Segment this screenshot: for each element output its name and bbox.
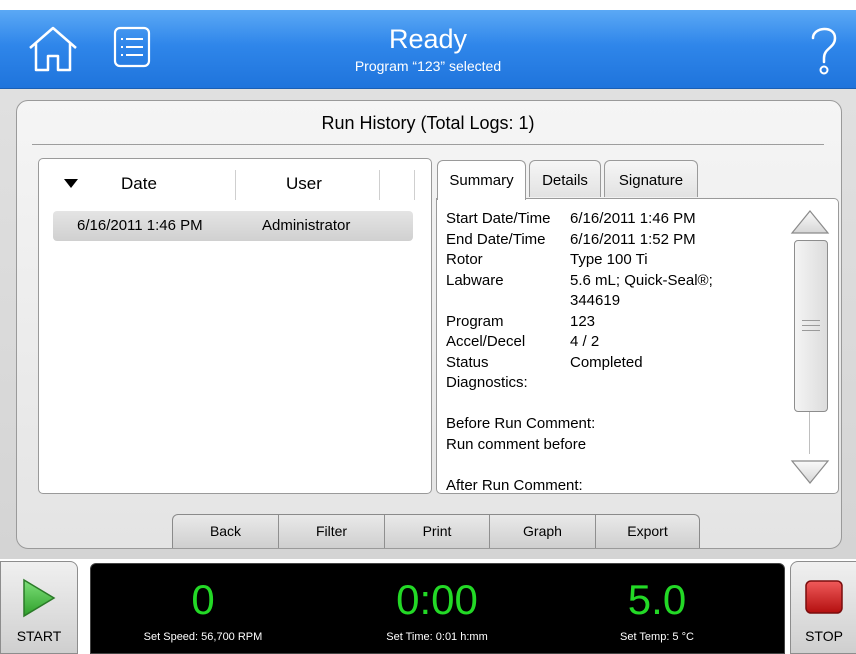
column-divider xyxy=(414,170,415,200)
filter-button[interactable]: Filter xyxy=(279,515,384,548)
column-divider xyxy=(379,170,380,200)
help-button[interactable] xyxy=(806,22,842,78)
summary-content: Start Date/Time 6/16/2011 1:46 PM End Dat… xyxy=(446,209,713,494)
after-run-comment-label: After Run Comment: xyxy=(446,476,583,494)
summary-spacer xyxy=(446,394,595,415)
status-title: Ready xyxy=(388,24,468,54)
log-row-date: 6/16/2011 1:46 PM xyxy=(77,217,203,234)
start-button[interactable]: START xyxy=(0,561,78,654)
summary-panel: Start Date/Time 6/16/2011 1:46 PM End Dat… xyxy=(436,198,839,494)
summary-value: 6/16/2011 1:52 PM xyxy=(570,230,696,248)
tab-details[interactable]: Details xyxy=(529,160,601,197)
summary-row: Labware 5.6 mL; Quick-Seal®; xyxy=(446,271,713,292)
summary-row: Rotor Type 100 Ti xyxy=(446,250,648,271)
summary-value: 4 / 2 xyxy=(570,333,600,350)
scroll-thumb[interactable] xyxy=(794,240,828,412)
speed-readout: 0 xyxy=(191,576,215,623)
summary-label: Status xyxy=(446,353,489,371)
title-divider xyxy=(32,144,824,145)
summary-row: Accel/Decel 4 / 2 xyxy=(446,332,599,353)
tab-signature[interactable]: Signature xyxy=(604,160,698,197)
column-header-user[interactable]: User xyxy=(286,174,322,194)
grip-line xyxy=(802,330,820,331)
summary-spacer xyxy=(446,455,595,476)
log-list-header: Date User xyxy=(53,170,415,200)
set-speed-label: Set Speed: 56,700 RPM xyxy=(143,631,263,643)
summary-row: End Date/Time 6/16/2011 1:52 PM xyxy=(446,230,696,251)
tab-summary[interactable]: Summary xyxy=(437,160,526,200)
set-time-label: Set Time: 0:01 h:mm xyxy=(386,631,488,643)
top-strip xyxy=(0,0,856,10)
summary-label: Accel/Decel xyxy=(446,333,526,350)
grip-line xyxy=(802,325,820,326)
before-run-comment: Run comment before xyxy=(446,435,587,453)
export-button[interactable]: Export xyxy=(596,515,699,548)
summary-label: End Date/Time xyxy=(446,230,546,248)
sort-descending-icon[interactable] xyxy=(64,179,78,188)
column-header-date[interactable]: Date xyxy=(121,174,157,194)
summary-label: Labware xyxy=(446,271,504,289)
summary-value: 123 xyxy=(570,312,596,330)
time-readout: 0:00 xyxy=(396,576,478,623)
summary-row: Status Completed xyxy=(446,353,643,374)
summary-value: Completed xyxy=(570,353,643,371)
stop-button[interactable]: STOP xyxy=(790,561,856,654)
summary-label: Rotor xyxy=(446,251,483,268)
temp-readout: 5.0 xyxy=(627,576,687,623)
summary-value: Type 100 Ti xyxy=(570,251,648,268)
log-list-panel xyxy=(38,158,432,494)
column-divider xyxy=(235,170,236,200)
before-run-comment-label: Before Run Comment: xyxy=(446,415,596,432)
print-button[interactable]: Print xyxy=(385,515,489,548)
start-label: START xyxy=(16,628,62,644)
play-icon xyxy=(23,578,56,618)
stop-label: STOP xyxy=(805,628,843,644)
graph-button[interactable]: Graph xyxy=(490,515,595,548)
summary-label: Program xyxy=(446,312,504,330)
summary-label: Diagnostics: xyxy=(446,374,528,391)
summary-row: 344619 xyxy=(446,291,620,312)
page-title: Run History (Total Logs: 1) xyxy=(321,113,535,133)
log-row-user: Administrator xyxy=(262,217,351,234)
action-bar: Back Filter Print Graph Export xyxy=(172,514,700,548)
status-subtitle: Program “123” selected xyxy=(354,58,502,74)
scroll-down-button[interactable] xyxy=(790,457,830,485)
set-temp-label: Set Temp: 5 °C xyxy=(620,631,694,643)
scroll-up-button[interactable] xyxy=(790,209,830,237)
run-display: 0 Set Speed: 56,700 RPM 0:00 Set Time: 0… xyxy=(90,563,785,654)
summary-row: Diagnostics: xyxy=(446,373,595,394)
chevron-down-icon xyxy=(790,460,830,484)
summary-row: Program 123 xyxy=(446,312,595,333)
grip-line xyxy=(802,320,820,321)
chevron-up-icon xyxy=(790,210,830,234)
summary-value: 344619 xyxy=(570,292,621,309)
summary-value: 6/16/2011 1:46 PM xyxy=(570,210,696,227)
log-row[interactable]: 6/16/2011 1:46 PM Administrator xyxy=(53,211,413,241)
stop-icon xyxy=(805,580,843,614)
question-mark-icon xyxy=(811,27,837,75)
back-button[interactable]: Back xyxy=(173,515,278,548)
summary-value: 5.6 mL; Quick-Seal®; xyxy=(570,271,713,289)
summary-label: Start Date/Time xyxy=(446,210,551,227)
header-bar: Ready Program “123” selected xyxy=(0,10,856,89)
summary-row: Start Date/Time 6/16/2011 1:46 PM xyxy=(446,209,696,230)
